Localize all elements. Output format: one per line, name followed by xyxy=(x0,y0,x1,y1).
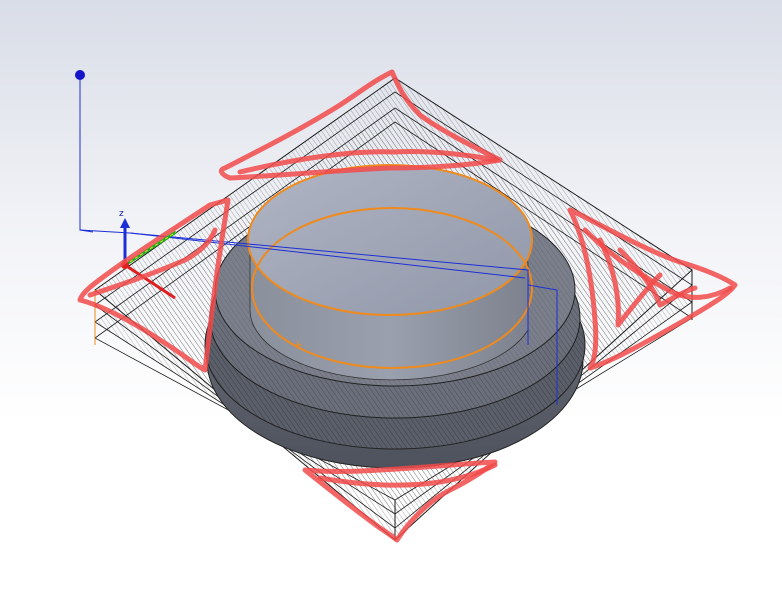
triad-z-label: z xyxy=(119,209,124,219)
top-cylinder[interactable] xyxy=(247,164,533,381)
origin-point-icon[interactable] xyxy=(75,70,85,80)
model-scene[interactable]: z xyxy=(0,0,782,603)
graphics-viewport[interactable]: z xyxy=(0,0,782,603)
